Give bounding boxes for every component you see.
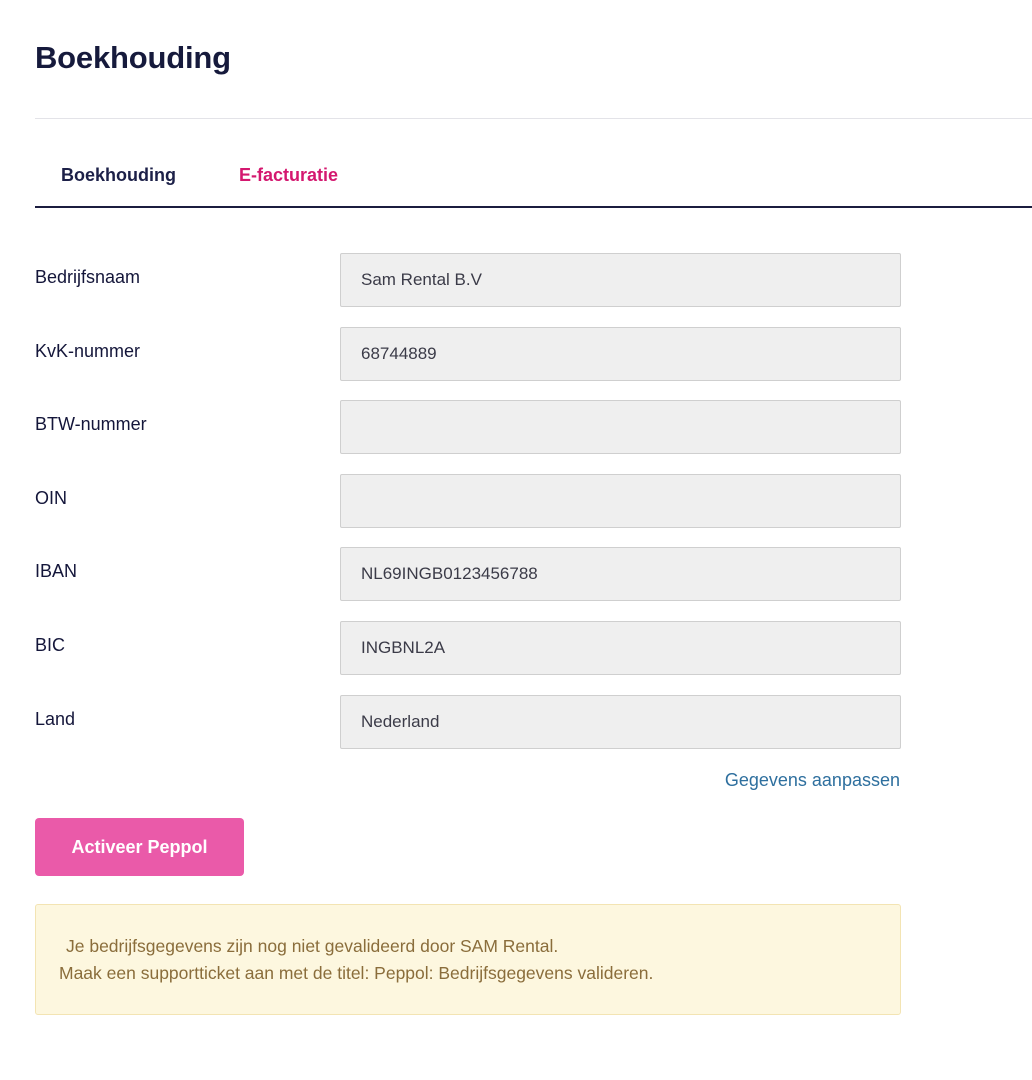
btw-nummer-label: BTW-nummer bbox=[35, 414, 147, 434]
form-row-iban: IBAN bbox=[35, 547, 901, 601]
tab-e-facturatie[interactable]: E-facturatie bbox=[239, 165, 338, 186]
activate-peppol-button[interactable]: Activeer Peppol bbox=[35, 818, 244, 876]
edit-details-link[interactable]: Gegevens aanpassen bbox=[725, 770, 900, 791]
form-row-oin: OIN bbox=[35, 474, 901, 528]
iban-label: IBAN bbox=[35, 561, 78, 581]
iban-input[interactable] bbox=[340, 547, 901, 601]
notice-line-2: Maak een supportticket aan met de titel:… bbox=[59, 963, 654, 983]
form-row-bic: BIC bbox=[35, 621, 901, 675]
bedrijfsnaam-input[interactable] bbox=[340, 253, 901, 307]
oin-label: OIN bbox=[35, 488, 68, 508]
btw-nummer-input[interactable] bbox=[340, 400, 901, 454]
bedrijfsnaam-label: Bedrijfsnaam bbox=[35, 267, 141, 287]
form-row-land: Land bbox=[35, 695, 901, 749]
form-row-btw-nummer: BTW-nummer bbox=[35, 400, 901, 454]
settings-page: Boekhouding Boekhouding E-facturatie Bed… bbox=[0, 0, 1032, 1080]
validation-notice: Je bedrijfsgegevens zijn nog niet gevali… bbox=[35, 904, 901, 1015]
kvk-nummer-label: KvK-nummer bbox=[35, 341, 141, 361]
land-input[interactable] bbox=[340, 695, 901, 749]
tab-bar: Boekhouding E-facturatie bbox=[35, 150, 1032, 208]
form-row-kvk-nummer: KvK-nummer bbox=[35, 327, 901, 381]
notice-line-1: Je bedrijfsgegevens zijn nog niet gevali… bbox=[66, 936, 559, 956]
bic-input[interactable] bbox=[340, 621, 901, 675]
kvk-nummer-input[interactable] bbox=[340, 327, 901, 381]
oin-input[interactable] bbox=[340, 474, 901, 528]
land-label: Land bbox=[35, 709, 76, 729]
bic-label: BIC bbox=[35, 635, 66, 655]
tab-boekhouding[interactable]: Boekhouding bbox=[61, 165, 176, 186]
form-row-bedrijfsnaam: Bedrijfsnaam bbox=[35, 253, 901, 307]
title-divider bbox=[35, 118, 1032, 119]
page-title: Boekhouding bbox=[35, 40, 231, 75]
